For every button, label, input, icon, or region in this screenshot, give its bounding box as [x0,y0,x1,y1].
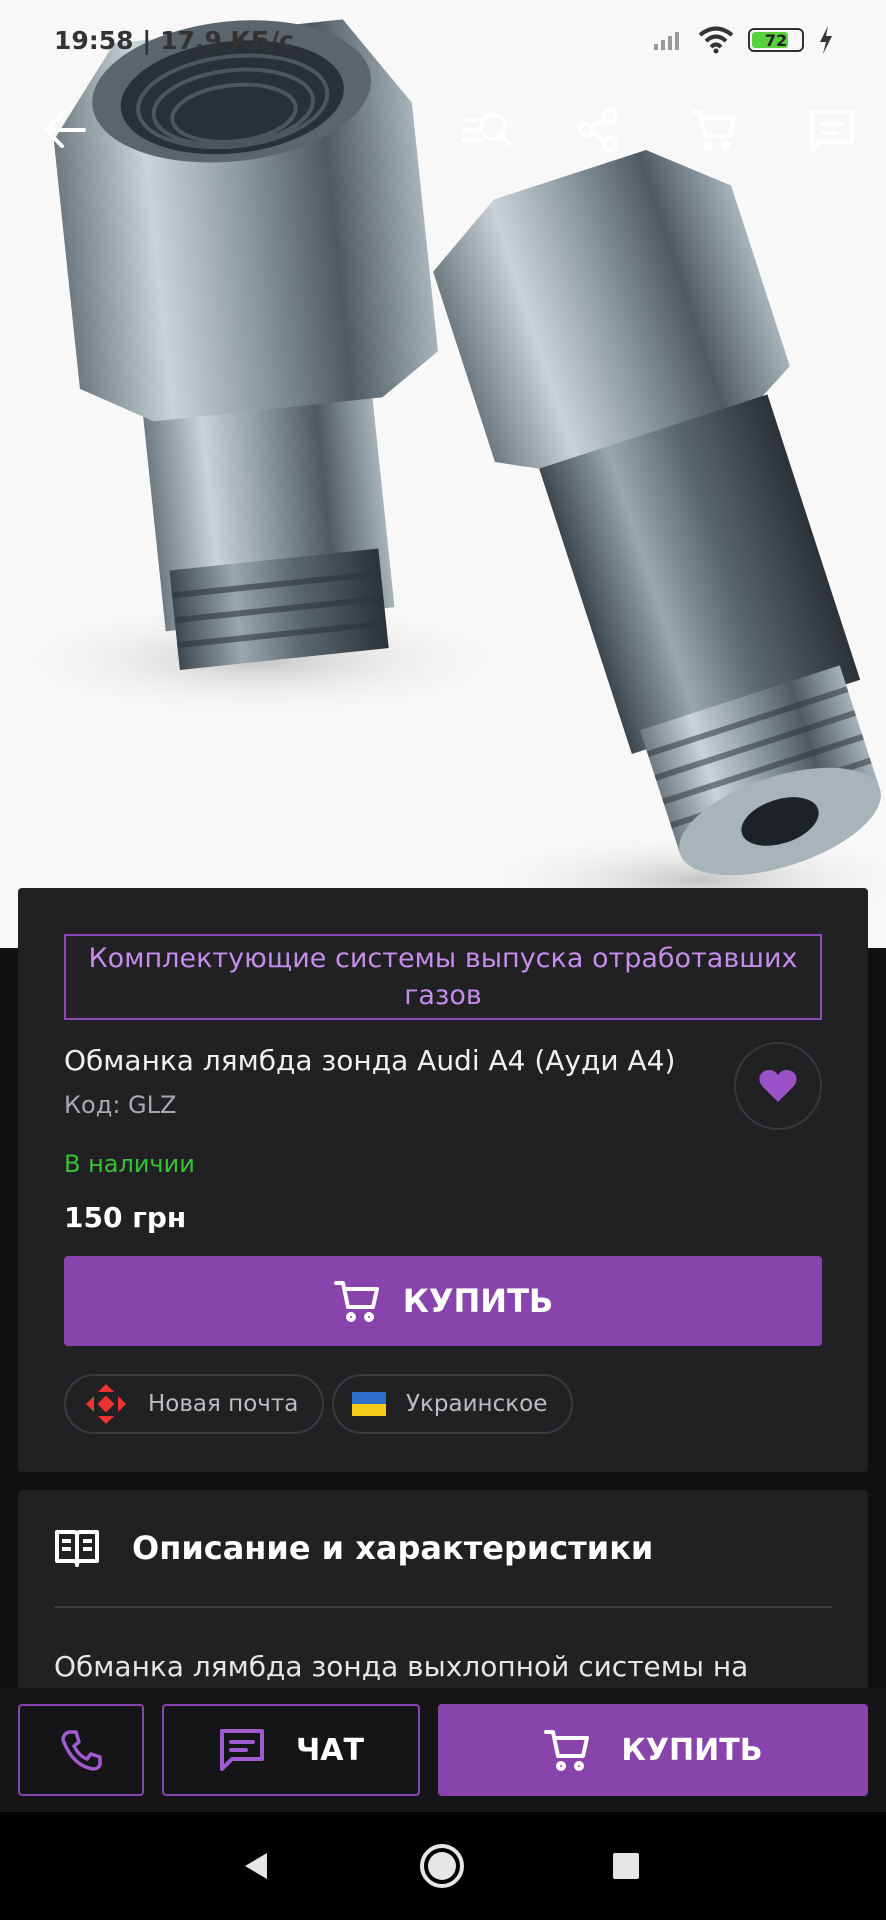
share-icon [578,108,618,152]
product-image[interactable]: 19:58 | 17,9 КБ/с 72 [0,0,886,948]
back-button[interactable] [30,96,98,164]
charging-icon [820,26,832,54]
cart-icon [333,1281,379,1322]
top-toolbar [0,96,886,164]
description-text: Обманка лямбда зонда выхлопной системы н… [54,1650,749,1683]
call-button[interactable] [18,1704,144,1796]
chat-button[interactable]: ЧАТ [162,1704,420,1796]
bottom-buy-button[interactable]: КУПИТЬ [438,1704,868,1796]
search-list-button[interactable] [454,96,522,164]
battery-level: 72 [764,30,788,50]
share-button[interactable] [564,96,632,164]
search-list-icon [462,113,512,146]
nova-poshta-icon [86,1384,126,1424]
product-card: Комплектующие системы выпуска отработавш… [18,888,868,1472]
circle-home-icon [420,1844,464,1888]
battery-icon: 72 [748,28,804,52]
system-nav-bar [0,1812,886,1920]
origin-chip[interactable]: Украинское [332,1374,574,1434]
chat-icon [220,1729,265,1771]
book-icon [55,1530,99,1567]
product-code: Код: GLZ [64,1091,177,1119]
ukraine-flag-icon [352,1392,386,1416]
cart-icon [691,110,736,151]
phone-icon [61,1730,102,1771]
heart-icon [759,1070,797,1102]
favorite-button[interactable] [734,1042,822,1130]
chat-button-label: ЧАТ [296,1732,364,1768]
product-price: 150 грн [64,1201,187,1234]
description-header[interactable]: Описание и характеристики [54,1528,653,1568]
buy-button-label: КУПИТЬ [402,1282,554,1320]
nav-back-button[interactable] [226,1836,286,1896]
divider [54,1606,832,1608]
description-heading: Описание и характеристики [132,1529,654,1567]
nav-recents-button[interactable] [596,1836,656,1896]
status-bar: 19:58 | 17,9 КБ/с 72 [0,0,886,80]
square-recents-icon [613,1853,639,1879]
delivery-chip[interactable]: Новая почта [64,1374,325,1434]
wifi-icon [698,26,734,54]
cart-button[interactable] [680,96,748,164]
buy-button[interactable]: КУПИТЬ [64,1256,822,1346]
product-title: Обманка лямбда зонда Audi A4 (Ауди A4) [64,1044,676,1077]
arrow-left-icon [44,112,86,148]
description-section: Описание и характеристики Обманка лямбда… [18,1490,868,1690]
bottom-buy-label: КУПИТЬ [621,1732,763,1768]
triangle-back-icon [245,1853,267,1879]
availability-status: В наличии [64,1150,195,1178]
cart-icon [544,1730,590,1771]
signal-icon [654,32,679,50]
status-time: 19:58 | 17,9 КБ/с [54,25,294,55]
category-link[interactable]: Комплектующие системы выпуска отработавш… [64,934,822,1020]
notes-button[interactable] [798,96,866,164]
origin-chip-label: Украинское [406,1391,548,1417]
bottom-action-bar: ЧАТ КУПИТЬ [0,1688,886,1812]
nav-home-button[interactable] [412,1836,472,1896]
message-list-icon [810,110,854,152]
delivery-chip-label: Новая почта [148,1391,299,1417]
